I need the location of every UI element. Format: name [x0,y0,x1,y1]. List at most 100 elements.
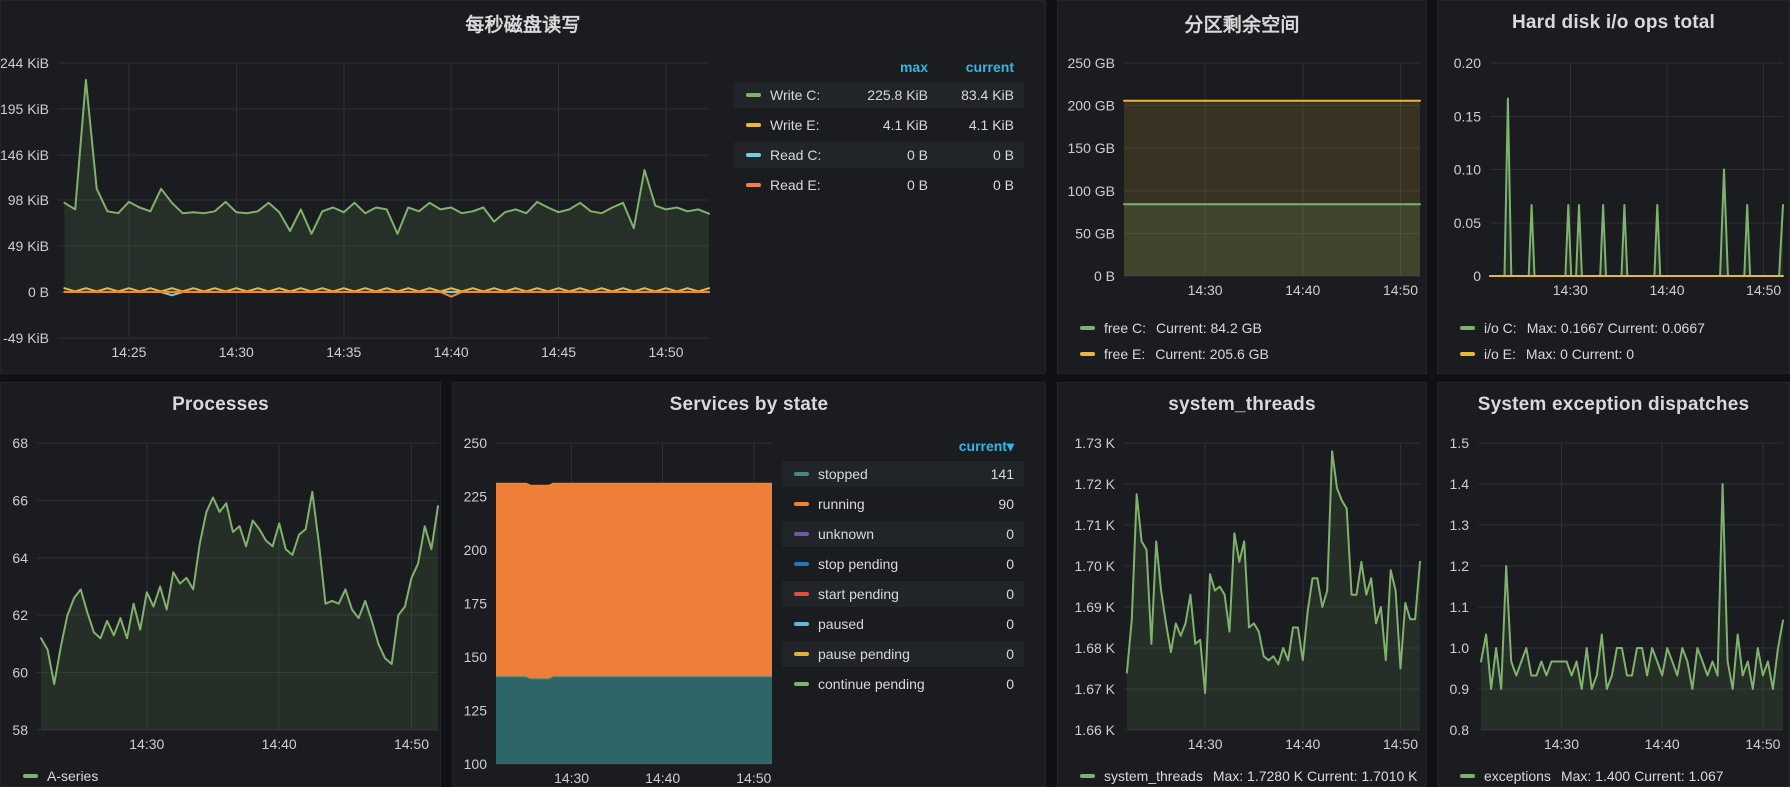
series-label[interactable]: Write E: [770,117,842,133]
legend-sort-current[interactable]: current [928,59,1014,75]
chart-threads[interactable]: 1.73 K1.72 K1.71 K1.70 K1.69 K1.68 K1.67… [1058,427,1427,757]
svg-text:14:50: 14:50 [1745,736,1780,752]
svg-text:66: 66 [12,492,28,508]
series-stats: Max: 0.1667 Current: 0.0667 [1527,320,1705,336]
svg-text:14:50: 14:50 [1746,282,1781,298]
svg-text:14:30: 14:30 [129,736,164,752]
series-label[interactable]: start pending [818,586,899,602]
panel-title-processes[interactable]: Processes [1,383,440,427]
svg-text:0.05: 0.05 [1454,215,1481,231]
series-label[interactable]: pause pending [818,646,910,662]
legend-processes: A-series [1,763,440,787]
svg-text:14:45: 14:45 [541,344,576,360]
series-label[interactable]: stop pending [818,556,898,572]
series-color-swatch [1080,326,1095,330]
svg-text:1.73 K: 1.73 K [1075,435,1116,451]
legend-sort-current[interactable]: current▾ [959,438,1014,455]
svg-text:14:35: 14:35 [326,344,361,360]
series-color-swatch [794,502,809,506]
svg-text:0: 0 [1473,268,1481,284]
series-color-swatch [794,652,809,656]
series-stats: Max: 1.7280 K Current: 1.7010 K [1213,768,1418,784]
series-current-value: 0 [1006,646,1014,662]
svg-text:0 B: 0 B [1094,268,1115,284]
series-color-swatch [1460,352,1475,356]
chart-disk-rw[interactable]: 244 KiB195 KiB146 KiB98 KiB49 KiB0 B-49 … [1,45,717,374]
svg-text:14:40: 14:40 [262,736,297,752]
legend-row-write-e: Write E:4.1 KiB4.1 KiB [734,112,1024,138]
chart-free-space[interactable]: 250 GB200 GB150 GB100 GB50 GB0 B14:3014:… [1058,45,1427,315]
series-current-value: 0 [1006,556,1014,572]
series-current-value: 0 [1006,616,1014,632]
series-label[interactable]: continue pending [818,676,925,692]
series-color-swatch [1080,352,1095,356]
series-label[interactable]: running [818,496,865,512]
svg-text:1.2: 1.2 [1450,558,1470,574]
series-stats: Current: 205.6 GB [1155,346,1269,362]
legend-table-services: current▾stopped141running90unknown0stop … [782,435,1024,701]
series-label[interactable]: free E: [1104,346,1145,362]
series-label[interactable]: system_threads [1104,768,1203,784]
panel-title-services[interactable]: Services by state [453,383,1045,427]
legend-sort-max[interactable]: max [842,59,928,75]
panel-free-space: 分区剩余空间 250 GB200 GB150 GB100 GB50 GB0 B1… [1057,0,1427,374]
chart-services[interactable]: 25022520017515012510014:3014:4014:50 [453,427,782,787]
svg-text:1.70 K: 1.70 K [1075,558,1116,574]
svg-text:146 KiB: 146 KiB [1,147,49,163]
panel-threads: system_threads 1.73 K1.72 K1.71 K1.70 K1… [1057,382,1427,787]
svg-text:14:40: 14:40 [1285,736,1320,752]
svg-text:0 B: 0 B [28,284,49,300]
series-label[interactable]: stopped [818,466,868,482]
series-color-swatch [794,592,809,596]
chart-io-ops[interactable]: 0.200.150.100.05014:3014:4014:50 [1438,45,1790,315]
series-current-value: 83.4 KiB [928,87,1014,103]
legend-row-read-c: Read C:0 B0 B [734,142,1024,168]
series-label[interactable]: i/o E: [1484,346,1516,362]
panel-title-io-ops[interactable]: Hard disk i/o ops total [1438,1,1789,45]
legend-threads: system_threads Max: 1.7280 K Current: 1.7… [1058,763,1426,787]
panel-title-exceptions[interactable]: System exception dispatches [1438,383,1789,427]
series-color-swatch [794,682,809,686]
svg-text:0.20: 0.20 [1454,55,1481,71]
legend-table-disk-rw: maxcurrentWrite C:225.8 KiB83.4 KiBWrite… [734,56,1024,202]
legend-row-pause-pending: pause pending 0 [782,641,1024,667]
series-label[interactable]: Read E: [770,177,842,193]
series-label[interactable]: exceptions [1484,768,1551,784]
svg-text:225: 225 [464,489,488,505]
svg-text:49 KiB: 49 KiB [8,238,49,254]
legend-row-write-c: Write C:225.8 KiB83.4 KiB [734,82,1024,108]
series-label[interactable]: unknown [818,526,874,542]
svg-text:100 GB: 100 GB [1068,183,1115,199]
svg-text:1.67 K: 1.67 K [1075,681,1116,697]
legend-row-continue-pending: continue pending 0 [782,671,1024,697]
series-label[interactable]: i/o C: [1484,320,1517,336]
svg-text:200: 200 [464,542,488,558]
svg-text:14:40: 14:40 [1645,736,1680,752]
svg-text:1.71 K: 1.71 K [1075,517,1116,533]
svg-text:14:30: 14:30 [219,344,254,360]
series-current-value: 4.1 KiB [928,117,1014,133]
legend-row-a-series: A-series [23,763,440,787]
svg-text:0.15: 0.15 [1454,108,1481,124]
series-label[interactable]: Write C: [770,87,842,103]
series-current-value: 0 [1006,676,1014,692]
svg-text:98 KiB: 98 KiB [8,192,49,208]
series-label[interactable]: free C: [1104,320,1146,336]
chart-processes[interactable]: 68666462605814:3014:4014:50 [1,427,441,757]
panel-title-threads[interactable]: system_threads [1058,383,1426,427]
legend-row-system_threads: system_threads Max: 1.7280 K Current: 1.7… [1080,763,1426,787]
legend-row-i-o-c: i/o C: Max: 0.1667 Current: 0.0667 [1460,315,1789,341]
svg-text:-49 KiB: -49 KiB [3,330,49,346]
svg-text:14:50: 14:50 [1383,282,1418,298]
series-color-swatch [746,183,761,187]
svg-text:250: 250 [464,435,488,451]
series-color-swatch [1080,774,1095,778]
svg-text:14:30: 14:30 [1188,282,1223,298]
panel-title-disk-rw[interactable]: 每秒磁盘读写 [1,1,1045,45]
series-label[interactable]: Read C: [770,147,842,163]
series-label[interactable]: paused [818,616,864,632]
panel-title-free-space[interactable]: 分区剩余空间 [1058,1,1426,45]
chart-exceptions[interactable]: 1.51.41.31.21.11.00.90.814:3014:4014:50 [1438,427,1790,757]
series-label[interactable]: A-series [47,768,98,784]
series-stats: Current: 84.2 GB [1156,320,1262,336]
